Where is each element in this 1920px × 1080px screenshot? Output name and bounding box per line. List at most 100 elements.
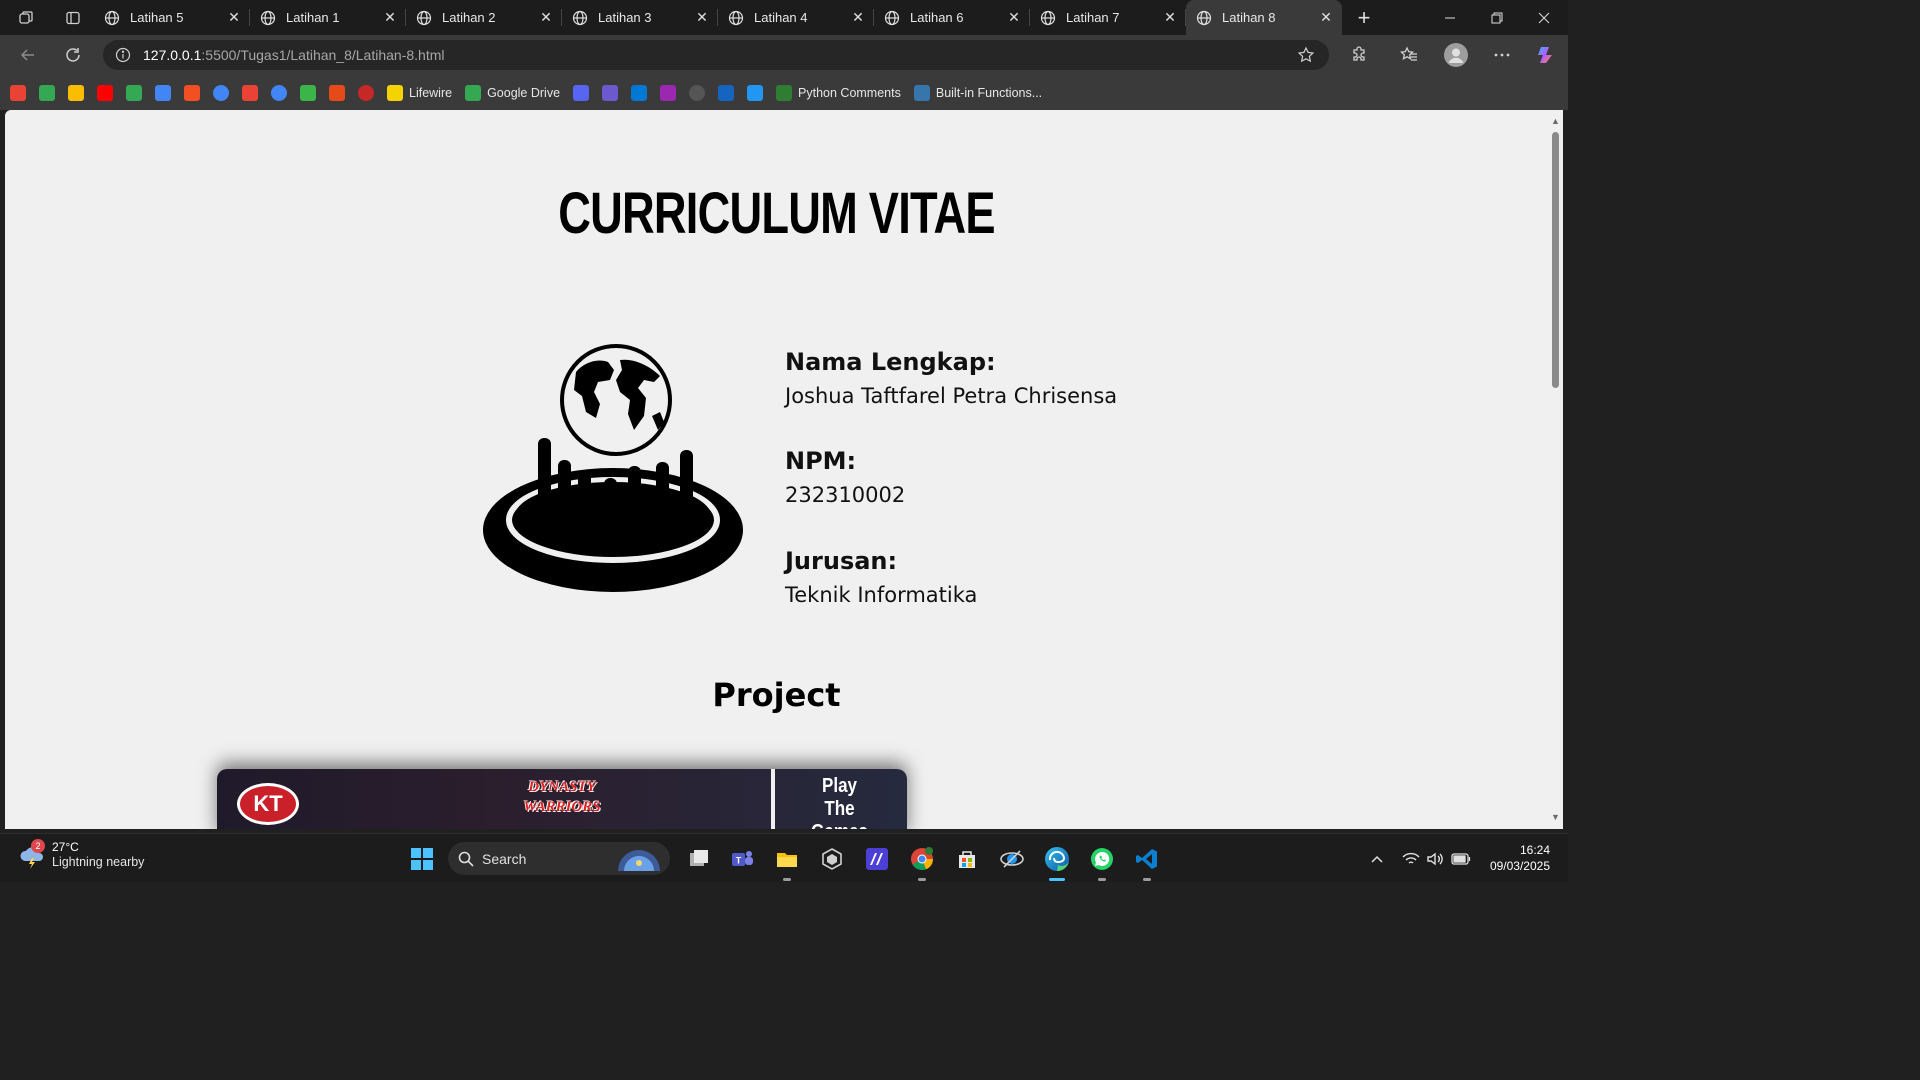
- play-icon: [602, 84, 619, 101]
- bookmark-item[interactable]: [660, 80, 677, 106]
- file-explorer-icon[interactable]: [771, 843, 803, 881]
- vpn-icon[interactable]: [996, 843, 1028, 875]
- bookmark-item[interactable]: [242, 80, 258, 106]
- url-path: :5500/Tugas1/Latihan_8/Latihan-8.html: [201, 47, 445, 63]
- taskbar-search[interactable]: Search: [448, 842, 670, 875]
- vscode-icon[interactable]: [1131, 843, 1163, 881]
- reload-button[interactable]: [57, 39, 89, 71]
- bookmark-item[interactable]: [300, 80, 316, 106]
- unity-hub-icon[interactable]: [816, 843, 848, 875]
- minimize-button[interactable]: [1427, 0, 1473, 35]
- play-the-games-link[interactable]: Play The Games: [795, 775, 884, 829]
- tab-latihan-8[interactable]: Latihan 8 ✕: [1186, 0, 1342, 35]
- bookmark-item[interactable]: [39, 80, 55, 106]
- favorites-icon[interactable]: [1391, 39, 1427, 71]
- bookmark-item[interactable]: [271, 80, 287, 106]
- teams-icon[interactable]: T: [726, 843, 758, 875]
- bookmark-item[interactable]: [689, 80, 706, 106]
- z-icon: [660, 84, 677, 101]
- wifi-icon[interactable]: [1402, 834, 1420, 883]
- microsoft-icon: [184, 84, 200, 101]
- bookmark-item[interactable]: Lifewire: [387, 80, 452, 106]
- bookmark-item[interactable]: [329, 80, 345, 106]
- close-icon[interactable]: ✕: [226, 9, 242, 26]
- field-label: NPM:: [785, 447, 857, 475]
- bookmark-item[interactable]: [184, 80, 200, 106]
- search-label: Search: [482, 850, 527, 867]
- google-photos-icon: [68, 84, 84, 101]
- bookmark-item[interactable]: Python Comments: [776, 80, 901, 106]
- restore-button[interactable]: [1474, 0, 1520, 35]
- close-icon[interactable]: ✕: [1162, 9, 1178, 26]
- bookmark-item[interactable]: [10, 80, 26, 106]
- scroll-up-arrow-icon[interactable]: ▲: [1550, 116, 1561, 126]
- url-host: 127.0.0.1: [143, 47, 202, 63]
- close-icon[interactable]: ✕: [694, 9, 710, 26]
- tab-actions-icon[interactable]: [52, 0, 94, 35]
- page-viewport: CURRICULUM VITAE Nama Lengkap: Joshua Ta…: [5, 110, 1548, 829]
- volume-icon[interactable]: [1426, 834, 1444, 883]
- close-icon[interactable]: ✕: [1318, 9, 1334, 26]
- show-hidden-icons-chevron-icon[interactable]: [1370, 834, 1384, 883]
- bookmark-item[interactable]: [747, 80, 764, 106]
- mathway-icon[interactable]: [861, 843, 893, 875]
- tab-title: Latihan 7: [1066, 10, 1120, 25]
- bookmark-item[interactable]: Google Drive: [465, 80, 560, 106]
- battery-icon[interactable]: [1451, 834, 1471, 883]
- workspaces-icon[interactable]: [0, 0, 52, 35]
- close-icon[interactable]: ✕: [382, 9, 398, 26]
- copilot-icon[interactable]: [1528, 39, 1564, 71]
- tab-latihan-7[interactable]: Latihan 7 ✕: [1030, 0, 1186, 35]
- favorite-star-icon[interactable]: [1297, 46, 1315, 69]
- bookmark-item[interactable]: Built-in Functions...: [913, 80, 1043, 106]
- system-clock[interactable]: 16:24 09/03/2025: [1472, 842, 1550, 874]
- bookmark-item[interactable]: [97, 80, 113, 106]
- bookmark-item[interactable]: [718, 80, 735, 106]
- chrome-icon[interactable]: [906, 843, 938, 881]
- edge-icon[interactable]: [1041, 843, 1073, 881]
- bookmark-item[interactable]: [155, 80, 171, 106]
- onedrive-icon: [631, 84, 648, 101]
- dynasty-warriors-logo: DYNASTY WARRIORS: [507, 777, 617, 827]
- weather-widget[interactable]: 2 27°C Lightning nearby: [18, 839, 144, 870]
- extensions-icon[interactable]: [1341, 39, 1377, 71]
- close-icon[interactable]: ✕: [1006, 9, 1022, 26]
- close-icon[interactable]: ✕: [850, 9, 866, 26]
- tab-latihan-4[interactable]: Latihan 4 ✕: [718, 0, 874, 35]
- tab-latihan-5[interactable]: Latihan 5 ✕: [94, 0, 250, 35]
- storm-cloud-icon: 2: [18, 839, 46, 869]
- task-view-icon[interactable]: [683, 843, 715, 875]
- page-scrollbar[interactable]: ▲ ▼: [1548, 110, 1563, 829]
- bookmark-item[interactable]: [358, 80, 374, 106]
- project-banner[interactable]: KT DYNASTY WARRIORS Play The Games: [217, 769, 907, 829]
- weather-alert-badge: 2: [31, 839, 45, 853]
- microsoft-store-icon[interactable]: [951, 843, 983, 875]
- back-button[interactable]: [12, 39, 44, 71]
- profile-avatar[interactable]: [1438, 39, 1474, 71]
- new-tab-button[interactable]: +: [1342, 0, 1386, 35]
- more-options-icon[interactable]: [1484, 39, 1520, 71]
- tab-latihan-6[interactable]: Latihan 6 ✕: [874, 0, 1030, 35]
- tab-latihan-2[interactable]: Latihan 2 ✕: [406, 0, 562, 35]
- bookmark-label: Built-in Functions...: [935, 85, 1043, 100]
- site-info-icon[interactable]: [103, 47, 143, 63]
- tab-latihan-3[interactable]: Latihan 3 ✕: [562, 0, 718, 35]
- tab-latihan-1[interactable]: Latihan 1 ✕: [250, 0, 406, 35]
- play-line-1: Play: [822, 775, 857, 797]
- bookmark-item[interactable]: [68, 80, 84, 106]
- close-icon[interactable]: ✕: [538, 9, 554, 26]
- bookmark-item[interactable]: [631, 80, 648, 106]
- address-bar[interactable]: 127.0.0.1:5500/Tugas1/Latihan_8/Latihan-…: [103, 40, 1329, 70]
- whatsapp-icon[interactable]: [1086, 843, 1118, 881]
- avatar-icon: [358, 84, 374, 101]
- game-title-line-1: DYNASTY: [528, 779, 596, 795]
- scroll-thumb[interactable]: [1552, 132, 1559, 388]
- bookmark-item[interactable]: [573, 80, 590, 106]
- close-window-button[interactable]: [1521, 0, 1567, 35]
- bookmark-item[interactable]: [213, 80, 229, 106]
- scroll-down-arrow-icon[interactable]: ▼: [1550, 812, 1561, 822]
- bookmark-item[interactable]: [126, 80, 142, 106]
- vs-icon: [689, 84, 706, 101]
- bookmark-item[interactable]: [602, 80, 619, 106]
- start-button[interactable]: [406, 843, 438, 875]
